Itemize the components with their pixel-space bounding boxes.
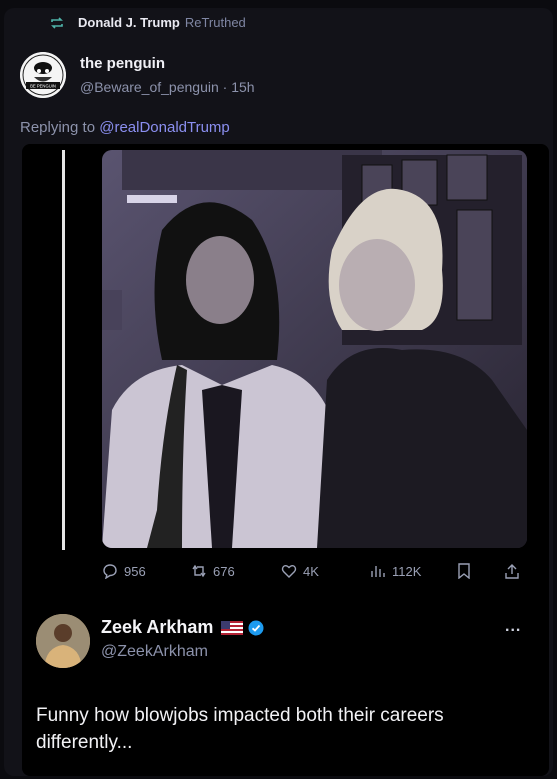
timestamp: · 15h: [222, 79, 255, 95]
like-count-label: 4K: [303, 563, 319, 579]
display-name[interactable]: the penguin: [80, 55, 165, 72]
avatar-text: BE PENGUIN: [30, 84, 56, 89]
more-options-button[interactable]: ...: [505, 618, 521, 636]
views-bars-icon: [371, 566, 385, 577]
penguin-logo: BE PENGUIN: [20, 52, 66, 98]
photo-of-two-women-image: [102, 150, 527, 548]
reply-count-label: 956: [124, 563, 146, 579]
comment-icon: [103, 564, 117, 579]
quoted-post-text: Funny how blowjobs impacted both their c…: [36, 705, 444, 753]
retweet-count[interactable]: 676: [191, 561, 235, 581]
replying-prefix: Replying to: [20, 119, 96, 136]
post-photo[interactable]: [102, 150, 527, 548]
retruth-user[interactable]: Donald J. Trump: [78, 15, 180, 30]
retweet-icon: [192, 564, 206, 578]
bookmark-icon: [458, 563, 470, 579]
profile-photo: [36, 614, 90, 668]
us-flag-icon: [221, 620, 244, 635]
quoted-name-label: Zeek Arkham: [101, 617, 214, 637]
thread-line: [62, 150, 65, 550]
retruth-header: Donald J. Trump ReTruthed: [50, 15, 246, 30]
verified-badge-icon: [248, 620, 264, 635]
heart-icon: [281, 565, 297, 578]
quoted-handle[interactable]: @ZeekArkham: [101, 643, 208, 661]
retruth-icon: [51, 16, 63, 29]
views-count[interactable]: 112K: [370, 561, 421, 581]
share-icon: [505, 564, 519, 579]
handle[interactable]: @Beware_of_penguin: [80, 79, 219, 95]
retruth-action: ReTruthed: [184, 15, 246, 30]
views-count-label: 112K: [392, 563, 422, 579]
reply-count[interactable]: 956: [102, 561, 146, 581]
like-count[interactable]: 4K: [281, 561, 319, 581]
handle-time: @Beware_of_penguin · 15h: [80, 79, 255, 95]
retweet-count-label: 676: [213, 563, 235, 579]
avatar[interactable]: BE PENGUIN: [20, 52, 66, 98]
replying-line: Replying to @realDonaldTrump: [20, 119, 230, 136]
replying-to-link[interactable]: @realDonaldTrump: [99, 119, 230, 136]
bookmark-button[interactable]: [457, 561, 471, 581]
share-button[interactable]: [505, 561, 519, 581]
avatar[interactable]: [36, 614, 90, 668]
quoted-display-name[interactable]: Zeek Arkham: [101, 617, 264, 638]
